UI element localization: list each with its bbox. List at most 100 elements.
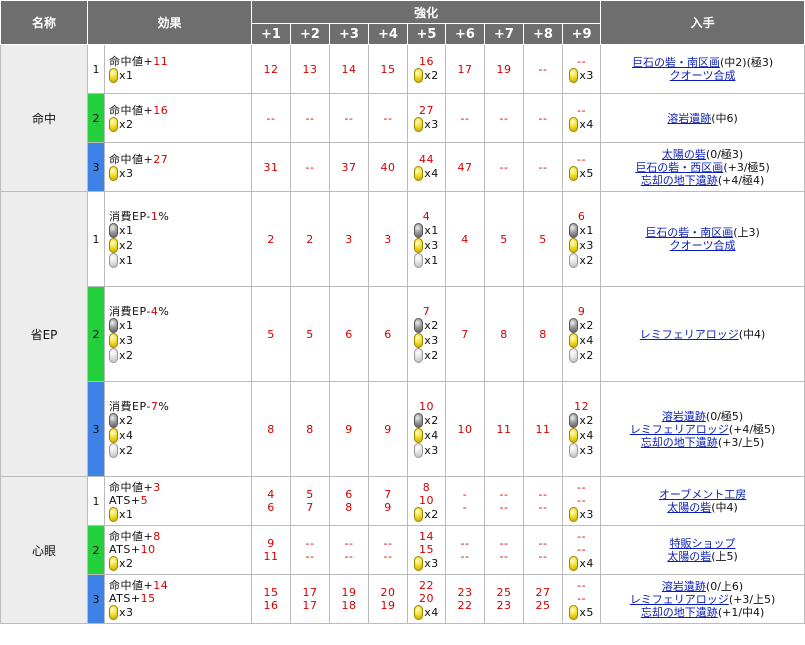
obtain-note: (中6): [711, 111, 738, 125]
enhance-value: 13: [302, 62, 318, 76]
enhance-value: 7: [461, 327, 469, 341]
header-level-1: +1: [251, 23, 292, 45]
obtain-link[interactable]: 太陽の砦: [667, 550, 711, 563]
obtain-note: (+3/上5): [717, 435, 765, 449]
gold-sepith-icon: [569, 166, 579, 181]
obtain-line: 太陽の砦(中4): [601, 501, 804, 514]
obtain-link[interactable]: 巨石の砦・南区画: [645, 226, 733, 239]
quartz-name: 省EP: [0, 191, 88, 477]
sepith-quantity: x3: [424, 556, 439, 570]
gold-sepith-icon: [414, 117, 424, 132]
enhance-value: --: [577, 591, 587, 605]
quartz-level: 2: [87, 286, 105, 382]
sepith-quantity: x1: [119, 254, 134, 267]
enhance-cell: 57: [290, 476, 331, 526]
enhance-cell: --: [484, 93, 525, 143]
enhance-value: 9: [577, 305, 586, 318]
sepith-cost: x2: [563, 413, 600, 428]
sepith-quantity: x3: [579, 69, 594, 82]
obtain-link[interactable]: 溶岩遺跡: [662, 410, 706, 423]
header-obtain: 入手: [600, 0, 805, 45]
enhance-value: 8: [422, 480, 431, 494]
gold-sepith-icon: [569, 604, 579, 620]
enhance-value: 12: [263, 62, 279, 76]
effect-cell: 命中値+3 ATS+5 x1: [103, 476, 253, 526]
obtain-link[interactable]: クオーツ合成: [670, 239, 736, 252]
light-sepith-icon: [414, 253, 424, 268]
sepith-quantity: x3: [424, 239, 439, 252]
sepith-cost: x2: [408, 348, 445, 363]
gold-sepith-icon: [109, 333, 118, 348]
obtain-link[interactable]: オーブメント工房: [659, 488, 746, 501]
obtain-link[interactable]: 忘却の地下遺跡: [641, 436, 718, 449]
sepith-cost: x2: [109, 348, 251, 363]
sepith-cost: x4: [563, 333, 600, 348]
enhance-cell: -- --: [484, 525, 525, 575]
obtain-link[interactable]: クオーツ合成: [670, 69, 736, 82]
enhance-value: --: [499, 160, 509, 174]
enhance-cell: 6: [368, 286, 409, 382]
sepith-quantity: x1: [119, 319, 134, 332]
gold-sepith-icon: [109, 555, 118, 571]
effect-line: 消費EP-4%: [109, 305, 251, 318]
gold-sepith-icon: [414, 68, 424, 83]
enhance-cell: 5: [251, 286, 292, 382]
obtain-link[interactable]: 巨石の砦・西区画: [635, 161, 723, 174]
obtain-link[interactable]: レミフェリアロッジ: [640, 328, 739, 341]
sepith-cost: x2: [563, 348, 600, 363]
enhance-value: --: [305, 550, 315, 563]
sepith-quantity: x1: [119, 69, 134, 82]
effect-label: 消費EP-: [109, 305, 151, 318]
enhance-value: --: [538, 501, 548, 514]
sepith-quantity: x1: [119, 507, 134, 521]
quartz-level: 3: [87, 142, 105, 192]
obtain-line: 溶岩遺跡(中6): [601, 112, 804, 125]
enhance-value: 4: [422, 210, 431, 223]
effect-label: 消費EP-: [109, 400, 151, 413]
obtain-link[interactable]: 太陽の砦: [667, 501, 711, 514]
effect-line: ATS+10: [109, 543, 251, 556]
obtain-cell: 巨石の砦・南区画(上3) クオーツ合成: [600, 191, 805, 287]
obtain-link[interactable]: 特販ショップ: [670, 537, 736, 550]
sepith-cost: x3: [109, 333, 251, 348]
enhance-value: 2: [267, 232, 275, 246]
header-level-5: +5: [407, 23, 447, 45]
enhance-value: --: [383, 111, 393, 125]
enhance-cell: 68: [329, 476, 370, 526]
effect-line: ATS+15: [109, 592, 251, 605]
obtain-link[interactable]: 忘却の地下遺跡: [641, 174, 718, 187]
obtain-link[interactable]: 太陽の砦: [662, 148, 706, 161]
enhance-cell: 14: [329, 44, 370, 94]
gold-sepith-icon: [414, 428, 424, 443]
obtain-link[interactable]: レミフェリアロッジ: [630, 423, 729, 436]
quartz-name: 命中: [0, 44, 88, 192]
sepith-quantity: x2: [424, 414, 439, 427]
obtain-link[interactable]: レミフェリアロッジ: [630, 593, 729, 606]
obtain-cell: 溶岩遺跡(0/極5) レミフェリアロッジ(+4/極5) 忘却の地下遺跡(+3/上5): [600, 381, 805, 477]
obtain-link[interactable]: 巨石の砦・南区画: [632, 56, 720, 69]
gold-sepith-icon: [109, 166, 118, 181]
table-row: 3 命中値+14 ATS+15 x3 15 16 17 17 19 18 20 19 22 20 x4 23 2…: [1, 574, 805, 624]
enhance-value: 40: [380, 160, 396, 174]
enhance-cell: --: [445, 476, 486, 526]
sepith-cost: x3: [563, 443, 600, 458]
enhance-cell: 46: [251, 476, 292, 526]
enhance-value: 17: [302, 586, 318, 599]
sepith-cost: x2: [408, 413, 445, 428]
sepith-quantity: x2: [119, 444, 134, 457]
effect-cell: 消費EP-7% x2 x4 x2: [103, 381, 253, 477]
enhance-cell: 8: [484, 286, 525, 382]
obtain-cell: 溶岩遺跡(中6): [600, 93, 805, 143]
obtain-link[interactable]: 溶岩遺跡: [662, 580, 706, 593]
enhance-cell: 7 x2 x3 x2: [407, 286, 447, 382]
enhance-cell: 13: [290, 44, 331, 94]
enhance-value: 11: [535, 422, 551, 436]
obtain-note: (中4): [711, 501, 738, 514]
sepith-cost: x1: [563, 223, 600, 238]
sepith-cost: x1: [109, 318, 251, 333]
gold-sepith-icon: [414, 333, 424, 348]
dark-sepith-icon: [109, 413, 118, 428]
obtain-line: 太陽の砦(上5): [601, 550, 804, 563]
obtain-link[interactable]: 溶岩遺跡: [667, 112, 711, 125]
obtain-link[interactable]: 忘却の地下遺跡: [641, 606, 718, 619]
